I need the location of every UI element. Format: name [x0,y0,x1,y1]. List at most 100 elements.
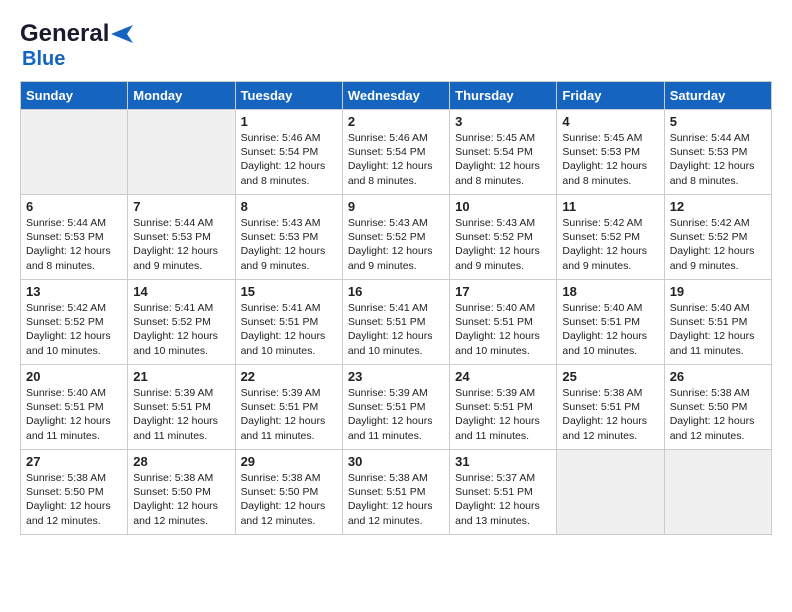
day-info: Sunrise: 5:43 AM Sunset: 5:53 PM Dayligh… [241,216,337,273]
calendar-cell: 28 Sunrise: 5:38 AM Sunset: 5:50 PM Dayli… [128,450,235,535]
day-info: Sunrise: 5:45 AM Sunset: 5:53 PM Dayligh… [562,131,658,188]
calendar-cell: 19 Sunrise: 5:40 AM Sunset: 5:51 PM Dayli… [664,280,771,365]
day-of-week-header: Wednesday [342,82,449,110]
calendar-cell: 10 Sunrise: 5:43 AM Sunset: 5:52 PM Dayli… [450,195,557,280]
day-number: 5 [670,114,766,129]
day-number: 17 [455,284,551,299]
day-number: 20 [26,369,122,384]
calendar-cell: 12 Sunrise: 5:42 AM Sunset: 5:52 PM Dayli… [664,195,771,280]
day-number: 29 [241,454,337,469]
day-number: 11 [562,199,658,214]
day-info: Sunrise: 5:38 AM Sunset: 5:50 PM Dayligh… [670,386,766,443]
calendar-cell: 27Sunrise: 5:38 AM Sunset: 5:50 PM Dayli… [21,450,128,535]
day-number: 8 [241,199,337,214]
week-row: 20 Sunrise: 5:40 AM Sunset: 5:51 PM Dayli… [21,365,772,450]
day-info: Sunrise: 5:41 AM Sunset: 5:52 PM Dayligh… [133,301,229,358]
calendar-cell [128,110,235,195]
day-info: Sunrise: 5:38 AM Sunset: 5:51 PM Dayligh… [562,386,658,443]
calendar-cell [21,110,128,195]
day-number: 30 [348,454,444,469]
day-info: Sunrise: 5:40 AM Sunset: 5:51 PM Dayligh… [670,301,766,358]
calendar-cell: 14Sunrise: 5:41 AM Sunset: 5:52 PM Dayli… [128,280,235,365]
day-number: 10 [455,199,551,214]
calendar-cell: 3 Sunrise: 5:45 AM Sunset: 5:54 PM Daylig… [450,110,557,195]
day-info: Sunrise: 5:37 AM Sunset: 5:51 PM Dayligh… [455,471,551,528]
calendar-cell: 31 Sunrise: 5:37 AM Sunset: 5:51 PM Dayli… [450,450,557,535]
calendar-cell: 2 Sunrise: 5:46 AM Sunset: 5:54 PM Daylig… [342,110,449,195]
day-info: Sunrise: 5:44 AM Sunset: 5:53 PM Dayligh… [133,216,229,273]
calendar-cell: 30 Sunrise: 5:38 AM Sunset: 5:51 PM Dayli… [342,450,449,535]
week-row: 27 Sunrise: 5:38 AM Sunset: 5:50 PM Dayli… [21,450,772,535]
calendar-header-row: SundayMondayTuesdayWednesdayThursdayFrid… [21,82,772,110]
day-number: 24 [455,369,551,384]
calendar-cell [557,450,664,535]
week-row: 6 Sunrise: 5:44 AM Sunset: 5:53 PM Daylig… [21,195,772,280]
day-info: Sunrise: 5:38 AM Sunset: 5:50 PM Dayligh… [241,471,337,528]
day-number: 2 [348,114,444,129]
day-info: Sunrise: 5:40 AM Sunset: 5:51 PM Dayligh… [26,386,122,443]
calendar-cell: 25 Sunrise: 5:38 AM Sunset: 5:51 PM Dayli… [557,365,664,450]
calendar-cell: 18Sunrise: 5:40 AM Sunset: 5:51 PM Dayli… [557,280,664,365]
week-row: 1 Sunrise: 5:46 AM Sunset: 5:54 PM Daylig… [21,110,772,195]
day-info: Sunrise: 5:41 AM Sunset: 5:51 PM Dayligh… [241,301,337,358]
day-number: 21 [133,369,229,384]
calendar-cell: 5 Sunrise: 5:44 AM Sunset: 5:53 PM Daylig… [664,110,771,195]
logo-bird-icon [111,25,133,43]
calendar-cell: 13Sunrise: 5:42 AM Sunset: 5:52 PM Dayli… [21,280,128,365]
day-of-week-header: Friday [557,82,664,110]
calendar-cell: 23 Sunrise: 5:39 AM Sunset: 5:51 PM Dayli… [342,365,449,450]
day-number: 4 [562,114,658,129]
page-header: General Blue [20,20,772,71]
day-info: Sunrise: 5:39 AM Sunset: 5:51 PM Dayligh… [133,386,229,443]
calendar-cell: 20 Sunrise: 5:40 AM Sunset: 5:51 PM Dayli… [21,365,128,450]
day-number: 16 [348,284,444,299]
logo: General Blue [20,20,133,71]
calendar-cell: 17Sunrise: 5:40 AM Sunset: 5:51 PM Dayli… [450,280,557,365]
calendar-cell: 11 Sunrise: 5:42 AM Sunset: 5:52 PM Dayli… [557,195,664,280]
day-number: 1 [241,114,337,129]
day-info: Sunrise: 5:38 AM Sunset: 5:51 PM Dayligh… [348,471,444,528]
day-number: 12 [670,199,766,214]
day-info: Sunrise: 5:41 AM Sunset: 5:51 PM Dayligh… [348,301,444,358]
day-of-week-header: Saturday [664,82,771,110]
day-info: Sunrise: 5:38 AM Sunset: 5:50 PM Dayligh… [133,471,229,528]
day-info: Sunrise: 5:42 AM Sunset: 5:52 PM Dayligh… [562,216,658,273]
day-number: 31 [455,454,551,469]
calendar-cell: 6Sunrise: 5:44 AM Sunset: 5:53 PM Daylig… [21,195,128,280]
day-info: Sunrise: 5:43 AM Sunset: 5:52 PM Dayligh… [455,216,551,273]
day-number: 28 [133,454,229,469]
day-info: Sunrise: 5:39 AM Sunset: 5:51 PM Dayligh… [348,386,444,443]
day-number: 3 [455,114,551,129]
day-info: Sunrise: 5:43 AM Sunset: 5:52 PM Dayligh… [348,216,444,273]
day-number: 27 [26,454,122,469]
calendar-cell: 21 Sunrise: 5:39 AM Sunset: 5:51 PM Dayli… [128,365,235,450]
calendar-cell: 22Sunrise: 5:39 AM Sunset: 5:51 PM Dayli… [235,365,342,450]
day-number: 23 [348,369,444,384]
day-of-week-header: Thursday [450,82,557,110]
day-of-week-header: Monday [128,82,235,110]
calendar-cell: 1 Sunrise: 5:46 AM Sunset: 5:54 PM Daylig… [235,110,342,195]
day-number: 19 [670,284,766,299]
calendar-cell [664,450,771,535]
day-info: Sunrise: 5:44 AM Sunset: 5:53 PM Dayligh… [670,131,766,188]
day-of-week-header: Tuesday [235,82,342,110]
calendar-cell: 9Sunrise: 5:43 AM Sunset: 5:52 PM Daylig… [342,195,449,280]
day-number: 15 [241,284,337,299]
calendar-cell: 4 Sunrise: 5:45 AM Sunset: 5:53 PM Daylig… [557,110,664,195]
day-of-week-header: Sunday [21,82,128,110]
week-row: 13Sunrise: 5:42 AM Sunset: 5:52 PM Dayli… [21,280,772,365]
day-info: Sunrise: 5:45 AM Sunset: 5:54 PM Dayligh… [455,131,551,188]
day-info: Sunrise: 5:39 AM Sunset: 5:51 PM Dayligh… [455,386,551,443]
day-number: 18 [562,284,658,299]
day-number: 25 [562,369,658,384]
day-number: 6 [26,199,122,214]
calendar-cell: 26 Sunrise: 5:38 AM Sunset: 5:50 PM Dayli… [664,365,771,450]
calendar-cell: 7Sunrise: 5:44 AM Sunset: 5:53 PM Daylig… [128,195,235,280]
calendar-body: 1 Sunrise: 5:46 AM Sunset: 5:54 PM Daylig… [21,110,772,535]
day-info: Sunrise: 5:46 AM Sunset: 5:54 PM Dayligh… [241,131,337,188]
day-number: 26 [670,369,766,384]
day-info: Sunrise: 5:42 AM Sunset: 5:52 PM Dayligh… [670,216,766,273]
day-info: Sunrise: 5:46 AM Sunset: 5:54 PM Dayligh… [348,131,444,188]
day-number: 22 [241,369,337,384]
calendar-cell: 8 Sunrise: 5:43 AM Sunset: 5:53 PM Daylig… [235,195,342,280]
